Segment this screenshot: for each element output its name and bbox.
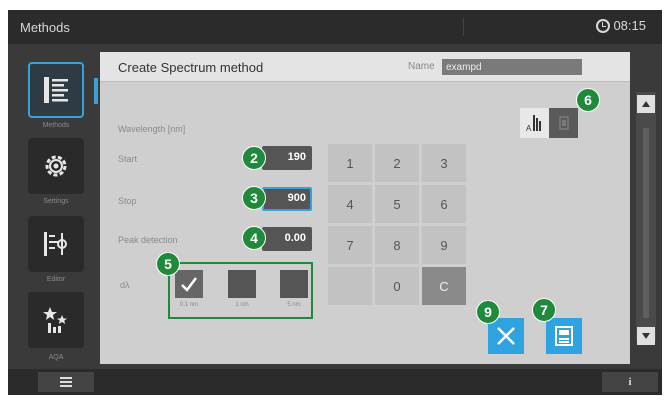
callout-badge-5: 5: [156, 252, 180, 276]
callout-badge-7: 7: [532, 298, 556, 322]
key-3[interactable]: 3: [422, 144, 466, 182]
start-label: Start: [118, 154, 138, 164]
callout-badge-9: 9: [476, 300, 500, 324]
cancel-button[interactable]: [488, 318, 524, 354]
sidebar-item-methods[interactable]: [28, 62, 84, 118]
key-9[interactable]: 9: [422, 226, 466, 264]
scroll-up-button[interactable]: [637, 95, 655, 113]
sidebar-label-editor: Editor: [46, 276, 66, 283]
scrollbar-thumb[interactable]: [643, 128, 649, 318]
key-8[interactable]: 8: [375, 226, 419, 264]
stop-label: Stop: [118, 196, 137, 206]
top-bar: Methods 08:15: [8, 10, 662, 44]
chevron-up-icon: [642, 101, 650, 107]
name-field[interactable]: [442, 59, 582, 75]
sidebar: Methods Settings Editor AQA: [8, 44, 100, 369]
key-blank: [328, 267, 372, 305]
key-clear[interactable]: C: [422, 267, 466, 305]
peak-detection-label: Peak detection: [118, 235, 178, 245]
sidebar-item-settings[interactable]: [28, 138, 84, 194]
wavelength-section-label: Wavelength [nm]: [118, 124, 186, 134]
panel-title: Create Spectrum method: [118, 60, 264, 75]
gear-icon: [45, 155, 67, 177]
callout-badge-4: 4: [242, 226, 266, 250]
sidebar-item-editor[interactable]: [28, 216, 84, 272]
key-4[interactable]: 4: [328, 185, 372, 223]
active-indicator: [94, 78, 98, 104]
instrument-screen: Methods 08:15 Methods Settings Editor AQ…: [0, 0, 670, 401]
callout-badge-2: 2: [242, 146, 266, 170]
save-icon: [555, 326, 573, 346]
key-1[interactable]: 1: [328, 144, 372, 182]
key-5[interactable]: 5: [375, 185, 419, 223]
sidebar-label-settings: Settings: [43, 198, 69, 205]
stop-value-field[interactable]: 900: [262, 187, 312, 211]
panel-header: Create Spectrum method Name: [100, 52, 630, 82]
sidebar-label-aqa: AQA: [48, 354, 64, 361]
key-2[interactable]: 2: [375, 144, 419, 182]
absorbance-icon: A: [526, 115, 541, 133]
mode-transmission[interactable]: [549, 108, 578, 138]
numeric-keypad: 1 2 3 4 5 6 7 8 9 0 C: [328, 144, 470, 308]
name-label: Name: [408, 61, 435, 72]
menu-line: [60, 385, 72, 387]
topbar-divider: [463, 18, 464, 36]
bottom-bar: i: [8, 369, 662, 395]
mode-toggle: A: [520, 108, 578, 138]
key-6[interactable]: 6: [422, 185, 466, 223]
close-icon: [497, 327, 515, 345]
sidebar-label-methods: Methods: [42, 122, 70, 129]
start-value-field[interactable]: 190: [262, 146, 312, 170]
menu-line: [60, 381, 72, 383]
methods-list-icon: [44, 77, 68, 103]
editor-icon: [44, 232, 67, 256]
menu-button[interactable]: [38, 372, 94, 392]
save-button[interactable]: [546, 318, 582, 354]
chevron-down-icon: [642, 333, 650, 339]
clock: 08:15: [596, 18, 646, 33]
scroll-down-button[interactable]: [637, 327, 655, 345]
info-button[interactable]: i: [602, 372, 658, 392]
aqa-icon: [43, 307, 67, 333]
dx-label: dλ: [120, 280, 130, 290]
key-0[interactable]: 0: [375, 267, 419, 305]
app-title: Methods: [20, 20, 70, 35]
clock-icon: [596, 18, 611, 33]
svg-text:A: A: [526, 124, 532, 133]
key-7[interactable]: 7: [328, 226, 372, 264]
dx-highlight-box: [168, 262, 313, 319]
menu-line: [60, 377, 72, 379]
clock-time: 08:15: [613, 18, 646, 33]
peak-detection-field[interactable]: 0.00: [262, 227, 312, 251]
sidebar-item-aqa[interactable]: [28, 292, 84, 348]
callout-badge-6: 6: [576, 88, 600, 112]
transmission-icon: [558, 116, 569, 130]
callout-badge-3: 3: [242, 186, 266, 210]
mode-absorbance[interactable]: A: [520, 108, 549, 138]
